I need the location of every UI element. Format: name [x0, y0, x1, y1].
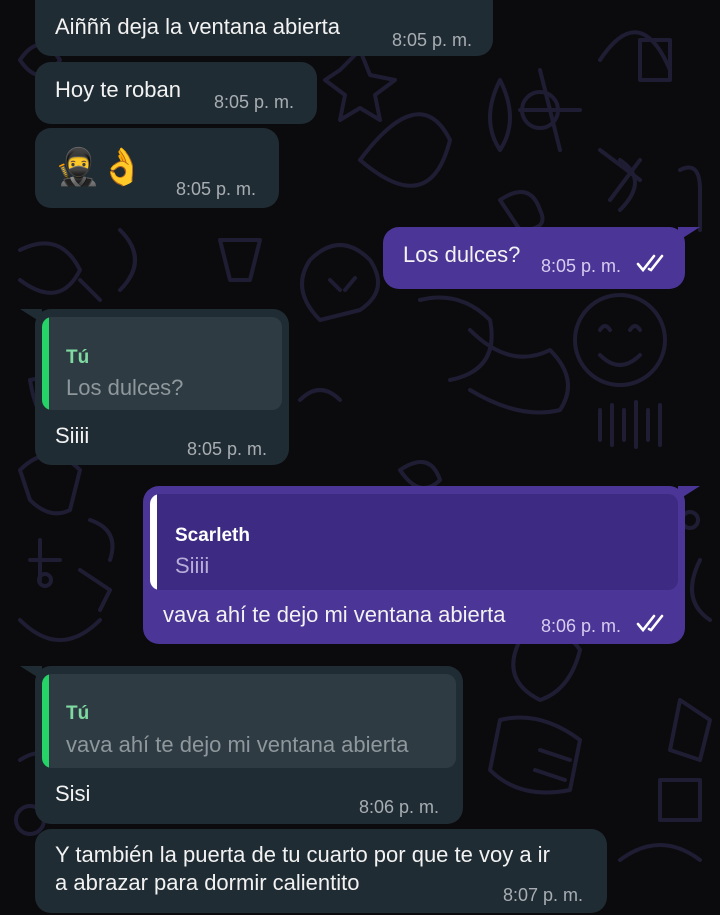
message-outgoing[interactable]: Los dulces? 8:05 p. m. — [383, 227, 685, 289]
message-incoming[interactable]: 🥷👌 8:05 p. m. — [35, 128, 279, 208]
message-time: 8:05 p. m. — [541, 256, 622, 276]
quote-text: Los dulces? — [66, 375, 184, 400]
message-incoming-reply[interactable]: Tú Los dulces? Siiii 8:05 p. m. — [35, 309, 289, 465]
message-time: 8:07 p. m. — [503, 885, 584, 905]
message-text: Sisi — [55, 781, 91, 806]
quote-bar — [42, 317, 49, 410]
message-time: 8:05 p. m. — [214, 92, 295, 112]
message-text: Los dulces? — [403, 242, 521, 267]
bubble-tail — [678, 227, 700, 241]
message-time: 8:05 p. m. — [176, 179, 257, 199]
message-time: 8:05 p. m. — [392, 30, 473, 50]
message-incoming[interactable]: Aiññň deja la ventana abierta 8:05 p. m. — [35, 0, 493, 56]
message-time: 8:05 p. m. — [187, 439, 268, 459]
quoted-message[interactable]: Tú vava ahí te dejo mi ventana abierta — [42, 674, 456, 768]
message-outgoing-reply[interactable]: Scarleth Siiii vava ahí te dejo mi venta… — [143, 486, 685, 644]
message-time: 8:06 p. m. — [541, 616, 622, 636]
message-incoming[interactable]: Hoy te roban 8:05 p. m. — [35, 62, 317, 124]
message-text-line: Y también la puerta de tu cuarto por que… — [55, 842, 550, 867]
quote-author: Scarleth — [175, 525, 250, 546]
quote-bar — [150, 494, 157, 590]
message-incoming-reply[interactable]: Tú vava ahí te dejo mi ventana abierta S… — [35, 666, 463, 824]
message-time: 8:06 p. m. — [359, 797, 440, 817]
bubble-tail — [678, 486, 700, 500]
message-incoming[interactable]: Y también la puerta de tu cuarto por que… — [35, 829, 607, 913]
message-text: vava ahí te dejo mi ventana abierta — [163, 602, 506, 627]
read-double-check-icon — [636, 254, 664, 273]
message-emoji: 🥷👌 — [55, 146, 145, 187]
message-text: Aiññň deja la ventana abierta — [55, 14, 340, 39]
message-text-line: a abrazar para dormir calientito — [55, 870, 360, 895]
quote-bar — [42, 674, 49, 768]
bubble-tail — [20, 666, 42, 680]
bubble-tail — [20, 309, 42, 323]
message-text: Hoy te roban — [55, 77, 181, 102]
message-text: Siiii — [55, 423, 90, 448]
quoted-message[interactable]: Tú Los dulces? — [42, 317, 282, 410]
quote-author: Tú — [66, 703, 90, 724]
quote-author: Tú — [66, 347, 90, 368]
quoted-message[interactable]: Scarleth Siiii — [150, 494, 678, 590]
read-double-check-icon — [636, 614, 664, 633]
quote-text: vava ahí te dejo mi ventana abierta — [66, 732, 409, 757]
quote-text: Siiii — [175, 553, 210, 578]
